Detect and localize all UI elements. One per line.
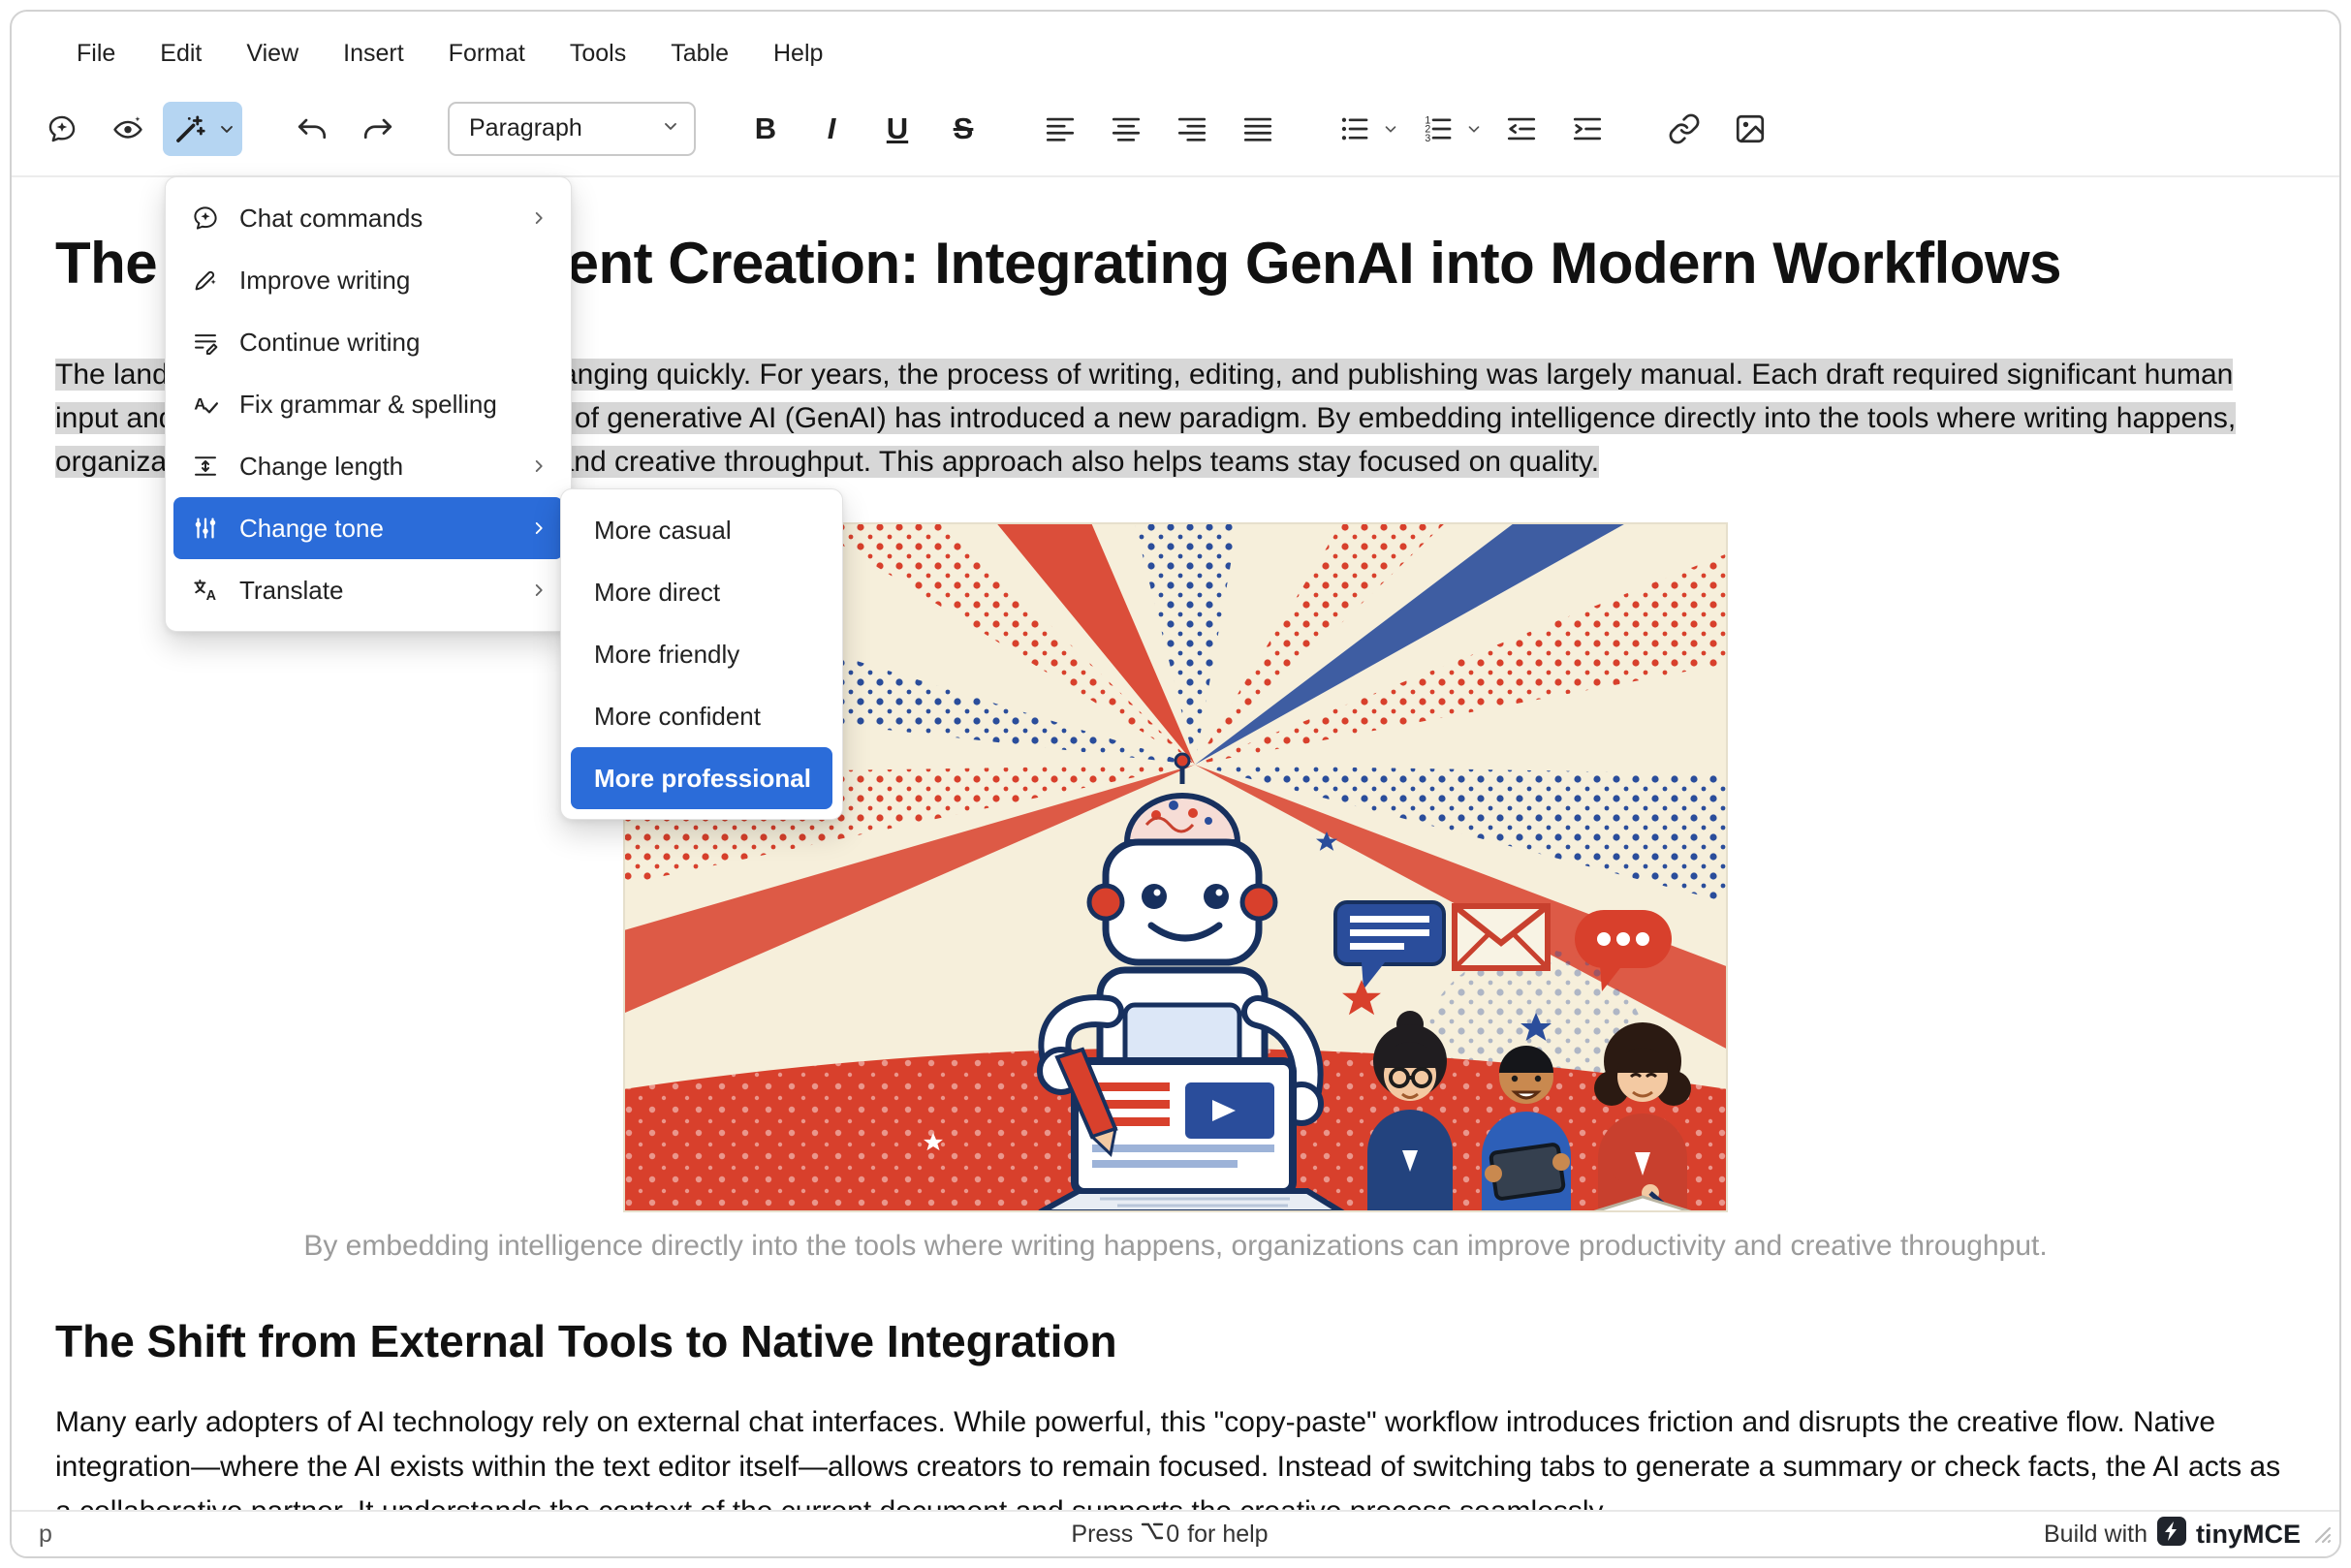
ai-shortcuts-button[interactable]	[163, 102, 242, 156]
menu-tools[interactable]: Tools	[548, 32, 648, 76]
tone-item-more-professional[interactable]: More professional	[571, 747, 832, 809]
image-caption[interactable]: By embedding intelligence directly into …	[55, 1230, 2296, 1263]
option-key-icon	[1141, 1521, 1164, 1549]
bullet-list-button[interactable]	[1328, 102, 1382, 156]
block-format-value: Paragraph	[469, 114, 582, 142]
ai-chat-button[interactable]	[35, 102, 89, 156]
tone-item-more-direct[interactable]: More direct	[571, 561, 832, 623]
editor-window: File Edit View Insert Format Tools Table…	[10, 10, 2341, 1558]
svg-text:3: 3	[1425, 132, 1430, 143]
chevron-down-icon	[661, 114, 680, 142]
image-icon	[1734, 112, 1767, 145]
chevron-down-icon[interactable]	[1382, 120, 1399, 138]
ai-review-icon	[111, 112, 144, 145]
indent-icon	[1571, 112, 1604, 145]
align-right-icon	[1176, 112, 1208, 145]
tone-item-more-friendly[interactable]: More friendly	[571, 623, 832, 685]
chevron-right-icon	[528, 455, 549, 477]
ai-review-button[interactable]	[101, 102, 155, 156]
redo-button[interactable]	[351, 102, 405, 156]
improve-writing-icon	[189, 264, 222, 297]
continue-writing-icon	[189, 326, 222, 359]
strikethrough-button[interactable]: S	[936, 102, 990, 156]
section-paragraph[interactable]: Many early adopters of AI technology rel…	[55, 1400, 2296, 1510]
undo-button[interactable]	[285, 102, 339, 156]
outdent-icon	[1505, 112, 1538, 145]
status-bar: p Press 0 for help Build with tinyMCE	[12, 1510, 2339, 1556]
align-left-icon	[1044, 112, 1077, 145]
menu-item-fix-grammar[interactable]: A Fix grammar & spelling	[173, 373, 563, 435]
menu-view[interactable]: View	[224, 32, 321, 76]
menu-item-improve-writing[interactable]: Improve writing	[173, 249, 563, 311]
help-shortcut: 0	[1141, 1521, 1179, 1549]
tone-item-more-confident[interactable]: More confident	[571, 685, 832, 747]
numbered-list-icon: 1 2 3	[1422, 112, 1455, 145]
chevron-right-icon	[528, 207, 549, 229]
bold-icon: B	[755, 111, 776, 146]
underline-icon: U	[887, 111, 908, 146]
toolbar: Paragraph B I U S	[12, 81, 2339, 177]
menu-format[interactable]: Format	[426, 32, 548, 76]
section-heading[interactable]: The Shift from External Tools to Native …	[55, 1315, 2296, 1367]
block-format-select[interactable]: Paragraph	[448, 102, 696, 156]
ai-shortcuts-menu: Chat commands Improve writing Continu	[165, 176, 572, 632]
element-path[interactable]: p	[39, 1521, 388, 1549]
menu-bar: File Edit View Insert Format Tools Table…	[12, 12, 2339, 81]
menu-edit[interactable]: Edit	[138, 32, 224, 76]
menu-item-translate[interactable]: A Translate	[173, 559, 563, 621]
resize-handle-icon[interactable]	[2310, 1522, 2332, 1551]
menu-item-change-tone[interactable]: Change tone	[173, 497, 563, 559]
chat-commands-icon	[189, 202, 222, 235]
bullet-list-icon	[1338, 112, 1371, 145]
chevron-down-icon[interactable]	[1465, 120, 1483, 138]
link-icon	[1668, 112, 1701, 145]
link-button[interactable]	[1657, 102, 1711, 156]
chevron-down-icon	[217, 119, 236, 139]
menu-file[interactable]: File	[54, 32, 138, 76]
align-justify-button[interactable]	[1231, 102, 1285, 156]
menu-item-chat-commands[interactable]: Chat commands	[173, 187, 563, 249]
align-center-icon	[1110, 112, 1143, 145]
translate-icon: A	[189, 574, 222, 607]
undo-icon	[295, 111, 329, 146]
underline-button[interactable]: U	[870, 102, 925, 156]
chevron-right-icon	[528, 517, 549, 539]
align-left-button[interactable]	[1033, 102, 1087, 156]
redo-icon	[360, 111, 395, 146]
indent-button[interactable]	[1560, 102, 1614, 156]
help-hint: Press 0 for help	[388, 1521, 1952, 1549]
change-length-icon	[189, 450, 222, 483]
insert-image-button[interactable]	[1723, 102, 1777, 156]
align-center-button[interactable]	[1099, 102, 1153, 156]
menu-table[interactable]: Table	[648, 32, 751, 76]
menu-item-continue-writing[interactable]: Continue writing	[173, 311, 563, 373]
tinymce-logo-icon	[2157, 1517, 2186, 1552]
bold-button[interactable]: B	[738, 102, 793, 156]
italic-button[interactable]: I	[804, 102, 859, 156]
fix-grammar-icon: A	[189, 388, 222, 421]
tone-item-more-casual[interactable]: More casual	[571, 499, 832, 561]
numbered-list-button[interactable]: 1 2 3	[1411, 102, 1465, 156]
align-right-button[interactable]	[1165, 102, 1219, 156]
outdent-button[interactable]	[1494, 102, 1549, 156]
branding-link[interactable]: Build with tinyMCE	[1952, 1517, 2301, 1552]
italic-icon: I	[828, 111, 836, 146]
ai-chat-icon	[46, 112, 78, 145]
change-tone-submenu: More casual More direct More friendly Mo…	[560, 488, 843, 820]
menu-help[interactable]: Help	[751, 32, 845, 76]
svg-text:A: A	[206, 588, 216, 604]
change-tone-icon	[189, 512, 222, 545]
magic-wand-icon	[163, 102, 217, 156]
chevron-right-icon	[528, 580, 549, 601]
menu-item-change-length[interactable]: Change length	[173, 435, 563, 497]
align-justify-icon	[1241, 112, 1274, 145]
menu-insert[interactable]: Insert	[321, 32, 426, 76]
strikethrough-icon: S	[954, 111, 974, 146]
svg-text:A: A	[194, 395, 205, 414]
